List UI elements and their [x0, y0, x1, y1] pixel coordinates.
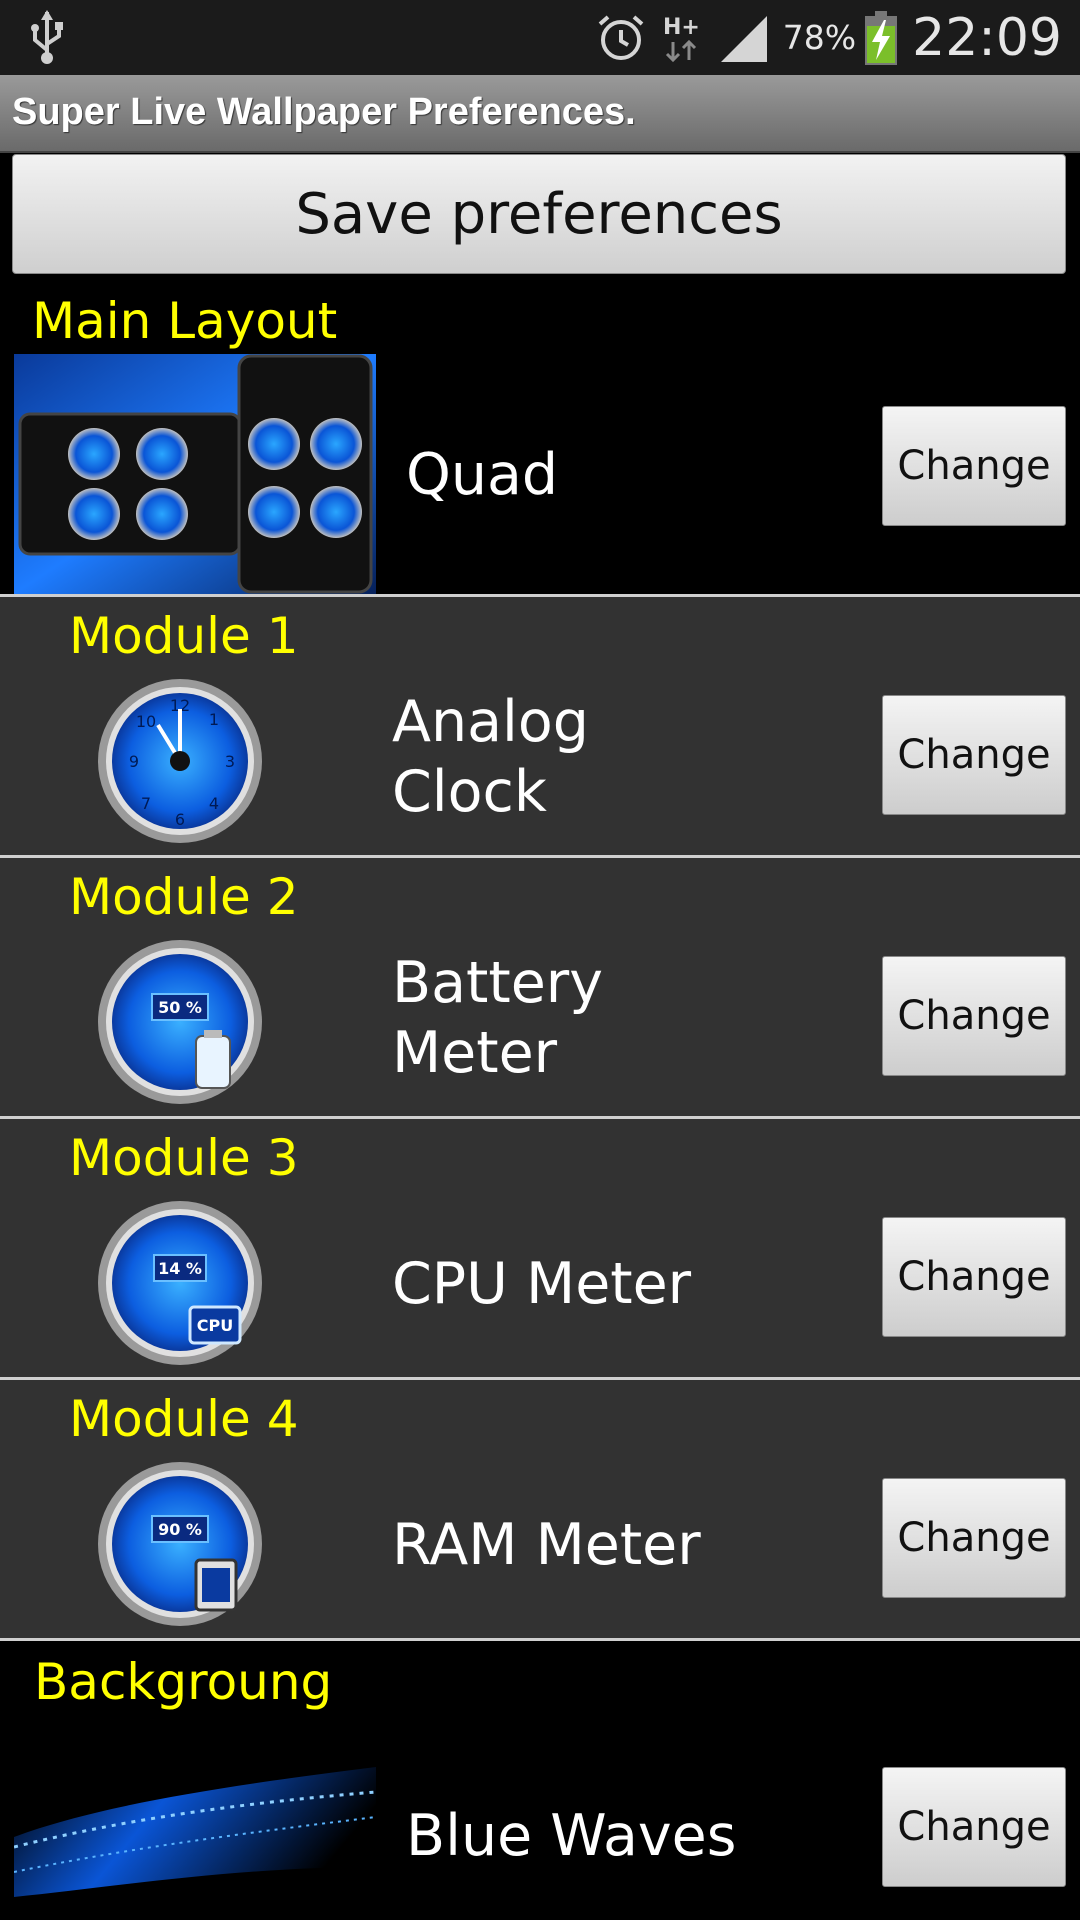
svg-text:H+: H+ — [663, 15, 700, 40]
svg-text:9: 9 — [129, 752, 139, 771]
svg-text:4: 4 — [209, 794, 219, 813]
analog-clock-gauge-icon: 1213 467 910 — [98, 679, 262, 843]
section-module-2: Module 2 50 % Battery Meter Change — [0, 858, 1080, 1116]
section-title: Backgroung — [34, 1653, 333, 1711]
battery-meter-gauge-icon: 50 % — [98, 940, 262, 1104]
app-title: Super Live Wallpaper Preferences. — [12, 91, 636, 133]
section-main-layout: Main Layout Quad Change — [0, 280, 1080, 594]
change-module-2-button[interactable]: Change — [882, 956, 1066, 1076]
change-main-layout-button[interactable]: Change — [882, 406, 1066, 526]
battery-percent: 78% — [782, 18, 857, 57]
cpu-meter-gauge-icon: 14 % CPU — [98, 1201, 262, 1365]
background-value: Blue Waves — [406, 1803, 737, 1869]
gauge-readout: 90 % — [158, 1520, 202, 1539]
module-2-value: Battery Meter — [392, 950, 603, 1086]
clock: 22:09 — [912, 7, 1062, 68]
section-module-3: Module 3 14 % CPU CPU Meter Change — [0, 1119, 1080, 1377]
module-3-value: CPU Meter — [392, 1251, 692, 1317]
ram-meter-gauge-icon: 90 % — [98, 1462, 262, 1626]
quad-layout-thumbnail — [14, 354, 376, 594]
gauge-readout: 14 % — [158, 1259, 202, 1278]
module-1-value: Analog Clock — [392, 689, 589, 825]
svg-text:1: 1 — [209, 710, 219, 729]
svg-text:3: 3 — [225, 752, 235, 771]
section-title: Main Layout — [32, 292, 338, 350]
change-background-button[interactable]: Change — [882, 1767, 1066, 1887]
change-module-1-button[interactable]: Change — [882, 695, 1066, 815]
change-module-3-button[interactable]: Change — [882, 1217, 1066, 1337]
section-module-4: Module 4 90 % RAM Meter Change — [0, 1380, 1080, 1638]
section-title: Module 2 — [69, 868, 299, 926]
gauge-readout: 50 % — [158, 998, 202, 1017]
section-title: Module 4 — [69, 1390, 299, 1448]
status-bar: H+ 78% 22:09 — [0, 0, 1080, 75]
section-title: Module 1 — [69, 607, 299, 665]
svg-text:6: 6 — [175, 810, 185, 829]
title-bar: Super Live Wallpaper Preferences. — [0, 75, 1080, 153]
section-background: Backgroung Blue Waves Change — [0, 1641, 1080, 1920]
svg-text:7: 7 — [141, 794, 151, 813]
svg-text:10: 10 — [136, 712, 156, 731]
blue-waves-thumbnail — [14, 1747, 376, 1920]
alarm-icon — [598, 14, 644, 60]
change-module-4-button[interactable]: Change — [882, 1478, 1066, 1598]
hplus-data-icon: H+ — [663, 15, 700, 62]
battery-charging-icon — [865, 10, 898, 65]
usb-icon — [31, 10, 63, 64]
signal-icon — [720, 15, 767, 62]
svg-text:CPU: CPU — [197, 1316, 233, 1335]
section-module-1: Module 1 12 1 3 467 9 10 Analog Clock Chang… — [0, 597, 1080, 855]
module-4-value: RAM Meter — [392, 1512, 701, 1578]
main-layout-value: Quad — [406, 442, 559, 508]
section-title: Module 3 — [69, 1129, 299, 1187]
save-preferences-button[interactable]: Save preferences — [12, 154, 1066, 274]
